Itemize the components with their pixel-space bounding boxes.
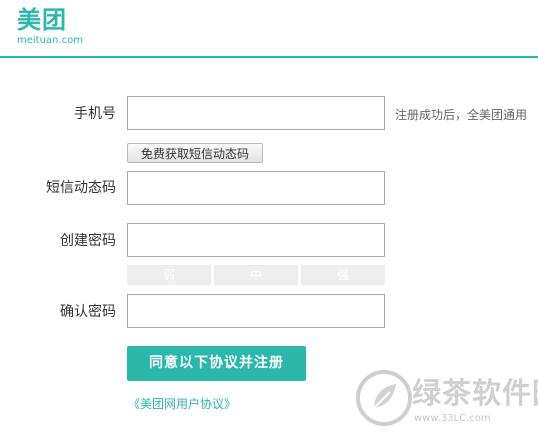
- get-sms-code-button[interactable]: 免费获取短信动态码: [127, 143, 263, 163]
- strength-weak: 弱: [127, 265, 211, 285]
- user-agreement-link[interactable]: 《美团网用户协议》: [128, 396, 236, 412]
- password-label: 创建密码: [60, 233, 116, 249]
- confirm-password-input[interactable]: [127, 294, 385, 328]
- confirm-password-label: 确认密码: [60, 304, 116, 320]
- header-divider: [0, 56, 538, 58]
- watermark-url: www.33LC.com: [414, 413, 491, 424]
- password-input[interactable]: [127, 223, 385, 257]
- sms-code-input[interactable]: [127, 171, 385, 205]
- watermark-leaf-icon: [356, 370, 412, 426]
- phone-label: 手机号: [74, 106, 116, 122]
- sms-code-label: 短信动态码: [46, 180, 116, 196]
- page-header: 美团 meituan.com: [0, 0, 538, 56]
- password-strength-meter: 弱 中 强: [127, 265, 387, 285]
- phone-input[interactable]: [127, 96, 385, 130]
- meituan-logo-domain: meituan.com: [17, 35, 83, 46]
- meituan-logo[interactable]: 美团: [17, 6, 67, 34]
- agree-and-register-button[interactable]: 同意以下协议并注册: [127, 346, 306, 381]
- watermark-text: 绿茶软件园: [412, 376, 538, 410]
- phone-hint: 注册成功后，全美团通用: [395, 108, 528, 122]
- watermark: 绿茶软件园 www.33LC.com: [356, 368, 538, 434]
- strength-strong: 强: [301, 265, 385, 285]
- strength-medium: 中: [214, 265, 298, 285]
